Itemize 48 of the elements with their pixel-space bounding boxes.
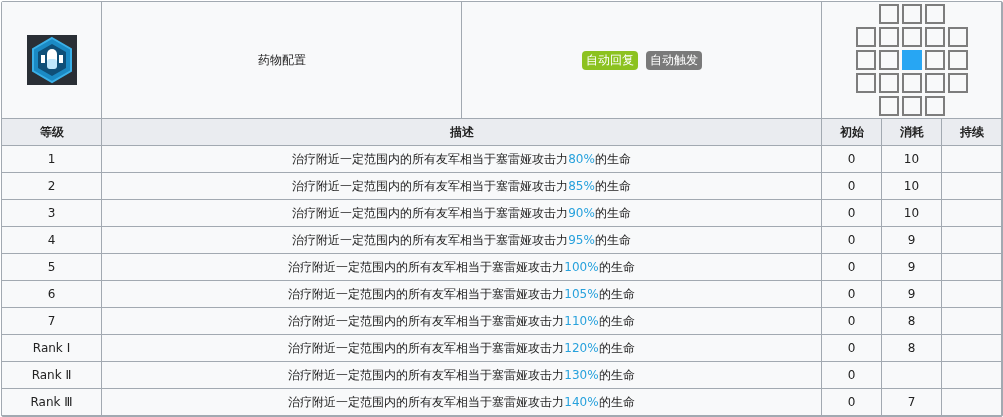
description-text: 治疗附近一定范围内的所有友军相当于塞雷娅攻击力105%的生命 [288,285,635,303]
table-cell: 0 [847,179,856,193]
table-cell: 5 [47,260,56,274]
table-cell: 7 [47,314,56,328]
column-header: 初始 [839,123,864,141]
table-cell: 0 [847,260,856,274]
table-cell: 0 [847,314,856,328]
table-cell: 0 [847,233,856,247]
table-cell: 1 [47,152,56,166]
column-header: 等级 [39,123,64,141]
skill-tag: 自动触发 [645,50,702,70]
column-header: 描述 [449,123,474,141]
description-text: 治疗附近一定范围内的所有友军相当于塞雷娅攻击力120%的生命 [288,339,635,357]
table-cell: 8 [907,314,916,328]
description-text: 治疗附近一定范围内的所有友军相当于塞雷娅攻击力85%的生命 [292,177,631,195]
skill-name: 药物配置 [257,51,306,69]
table-cell: 0 [847,395,856,409]
description-text: 治疗附近一定范围内的所有友军相当于塞雷娅攻击力100%的生命 [288,258,635,276]
table-cell: 0 [847,206,856,220]
table-cell: 8 [907,341,916,355]
table-cell: 10 [903,152,920,166]
table-cell: 3 [47,206,56,220]
table-cell: 6 [47,287,56,301]
table-cell: 10 [903,179,920,193]
description-text: 治疗附近一定范围内的所有友军相当于塞雷娅攻击力90%的生命 [292,204,631,222]
table-cell: 4 [47,233,56,247]
table-cell: 9 [907,260,916,274]
skill-icon [26,35,77,85]
table-cell: Rank Ⅰ [32,341,71,355]
table-cell: 0 [847,287,856,301]
table-cell: Rank Ⅱ [31,368,72,382]
description-text: 治疗附近一定范围内的所有友军相当于塞雷娅攻击力80%的生命 [292,150,631,168]
table-cell: 0 [847,152,856,166]
table-cell: 9 [907,287,916,301]
table-cell: 0 [847,341,856,355]
table-cell: 10 [903,206,920,220]
table-cell: Rank Ⅲ [30,395,73,409]
column-header: 消耗 [899,123,924,141]
description-text: 治疗附近一定范围内的所有友军相当于塞雷娅攻击力140%的生命 [288,393,635,411]
column-header: 持续 [959,123,984,141]
description-text: 治疗附近一定范围内的所有友军相当于塞雷娅攻击力110%的生命 [288,312,635,330]
table-cell: 9 [907,233,916,247]
table-cell: 0 [847,368,856,382]
description-text: 治疗附近一定范围内的所有友军相当于塞雷娅攻击力130%的生命 [288,366,635,384]
table-cell: 2 [47,179,56,193]
description-text: 治疗附近一定范围内的所有友军相当于塞雷娅攻击力95%的生命 [292,231,631,249]
table-cell: 7 [907,395,916,409]
skill-tag: 自动回复 [581,50,638,70]
